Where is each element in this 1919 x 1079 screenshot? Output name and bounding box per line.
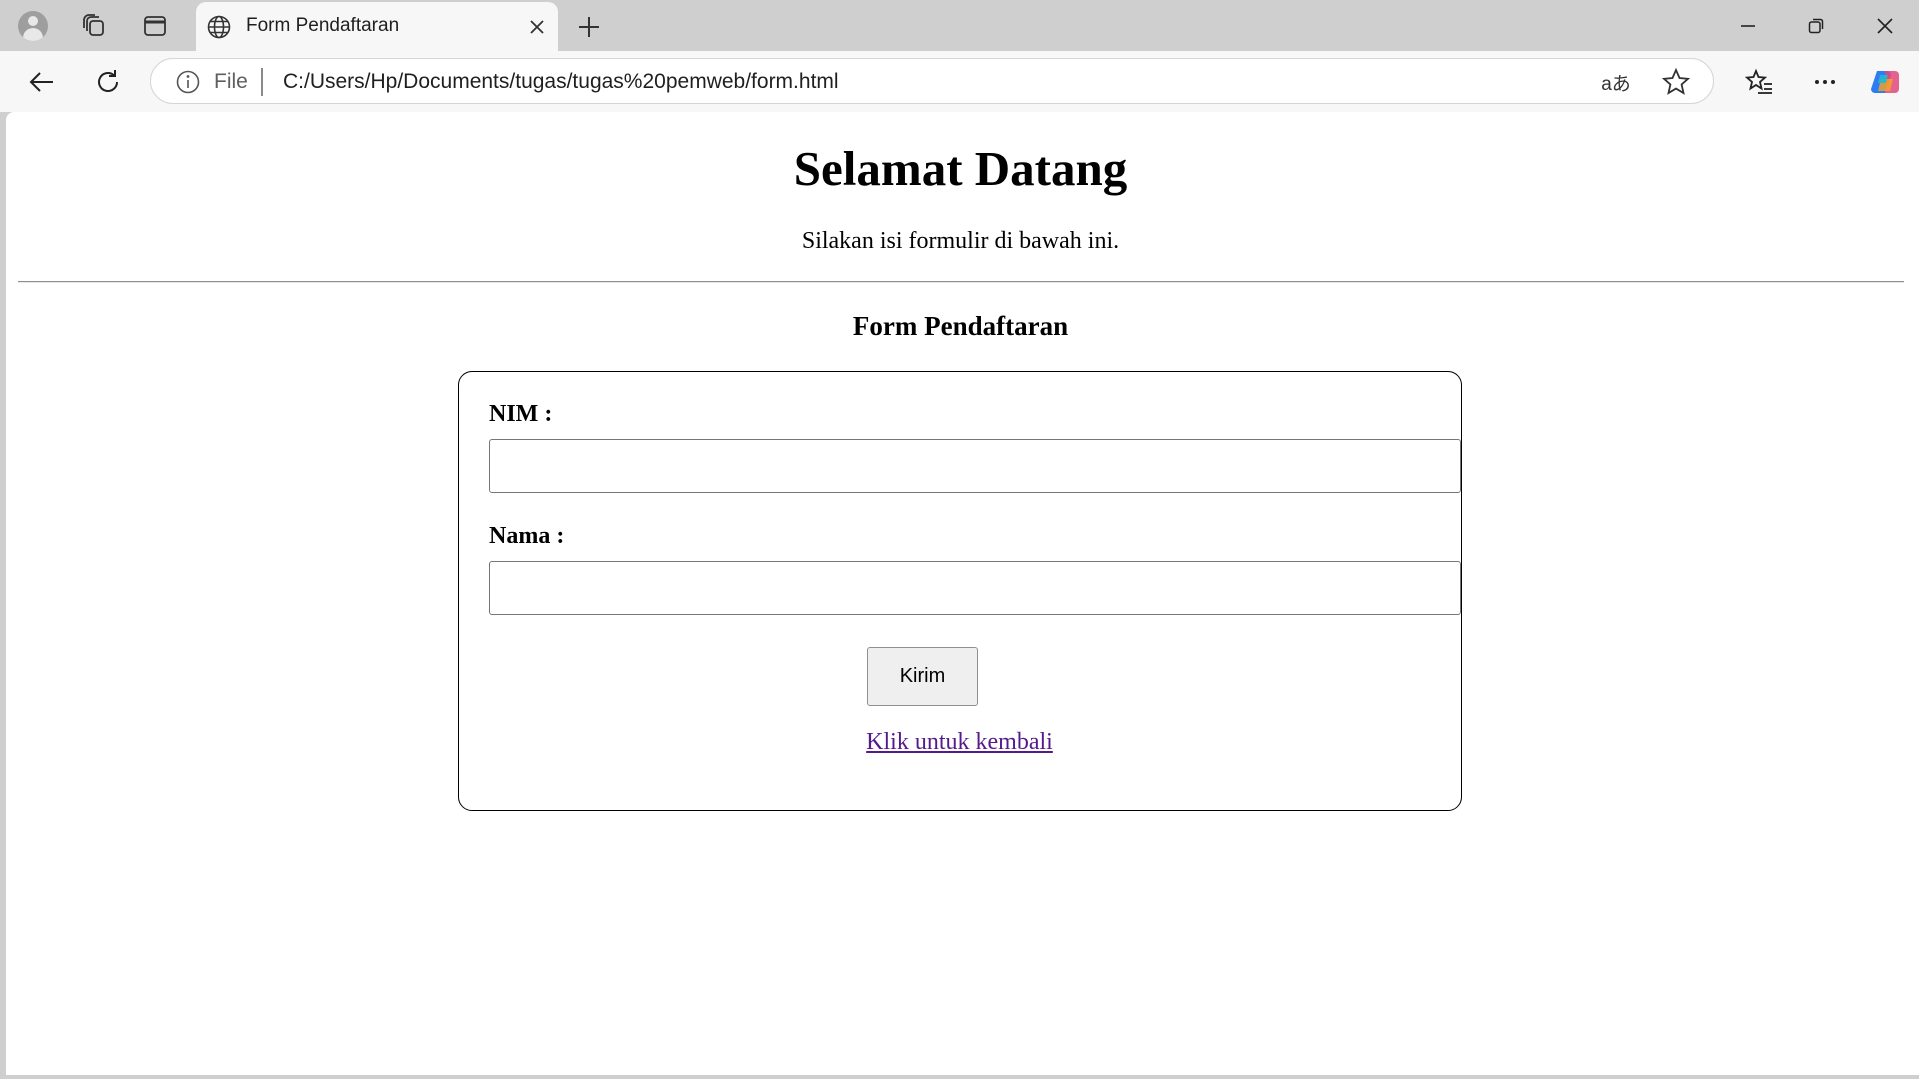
url-scheme-label: File (214, 70, 248, 93)
more-icon[interactable] (1806, 63, 1844, 101)
refresh-icon[interactable] (89, 63, 127, 101)
submit-button[interactable]: Kirim (867, 647, 978, 706)
page-viewport: Selamat Datang Silakan isi formulir di b… (6, 112, 1919, 1075)
url-text[interactable]: C:/Users/Hp/Documents/tugas/tugas%20pemw… (283, 70, 839, 94)
vertical-tabs-icon[interactable] (137, 8, 173, 44)
browser-toolbar: File C:/Users/Hp/Documents/tugas/tugas%2… (0, 51, 1919, 112)
globe-icon (207, 15, 231, 39)
window-bottom-edge (0, 1075, 1919, 1079)
back-arrow-icon[interactable] (23, 63, 61, 101)
restore-icon[interactable] (1786, 5, 1846, 47)
address-bar[interactable]: File C:/Users/Hp/Documents/tugas/tugas%2… (150, 58, 1714, 104)
close-window-icon[interactable] (1855, 5, 1915, 47)
page-heading: Selamat Datang (793, 141, 1128, 196)
workspaces-icon[interactable] (76, 8, 112, 44)
address-separator (261, 68, 263, 96)
tab-title: Form Pendaftaran (246, 15, 400, 36)
page-subtitle: Silakan isi formulir di bawah ini. (801, 228, 1120, 254)
active-tab[interactable]: Form Pendaftaran (196, 2, 558, 51)
copilot-icon[interactable] (1867, 63, 1905, 101)
form-title: Form Pendaftaran (852, 311, 1069, 341)
plus-icon[interactable] (572, 10, 606, 44)
star-icon[interactable] (1661, 67, 1691, 97)
close-icon[interactable] (524, 14, 550, 40)
horizontal-divider (18, 281, 1904, 283)
minimize-icon[interactable] (1718, 5, 1778, 47)
nim-label: NIM : (489, 401, 553, 427)
info-icon[interactable] (175, 69, 201, 95)
profile-avatar-icon[interactable] (15, 8, 51, 44)
nim-input[interactable] (489, 439, 1461, 493)
registration-form: NIM : Nama : Kirim Klik untuk kembali (458, 371, 1462, 811)
title-bar: Form Pendaftaran (0, 0, 1919, 51)
favorites-icon[interactable] (1740, 63, 1778, 101)
translate-icon[interactable]: aあ (1601, 67, 1631, 97)
nama-label: Nama : (489, 523, 565, 549)
nama-input[interactable] (489, 561, 1461, 615)
back-link[interactable]: Klik untuk kembali (459, 729, 1460, 756)
